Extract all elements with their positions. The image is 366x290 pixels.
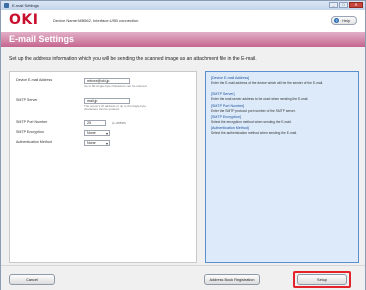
- window-title: E-mail Settings: [12, 3, 39, 8]
- settings-form: Device E-mail Address mbxxx@oki.jp Up to…: [9, 71, 197, 263]
- help-icon: ?: [334, 18, 339, 23]
- help-item-desc: Enter the E-mail address of the device w…: [211, 80, 324, 85]
- port-range: (1~65535): [112, 121, 126, 125]
- help-item-desc: Select the authentication method when se…: [211, 130, 297, 135]
- instruction-text: Set up the address information which you…: [9, 56, 257, 62]
- app-header: OKI Device Name:MB562, Interface:USB con…: [1, 10, 365, 32]
- encryption-select[interactable]: None ▾: [84, 130, 110, 136]
- smtp-row: SMTP Server mail.jp The server's IP addr…: [16, 98, 154, 112]
- setup-button[interactable]: Setup: [297, 274, 347, 285]
- page-title: E-mail Settings: [9, 34, 75, 44]
- help-button-label: Help: [342, 18, 351, 23]
- help-item: [Device E-mail Address] Enter the E-mail…: [211, 76, 355, 85]
- auth-method-select[interactable]: None ▾: [84, 140, 110, 146]
- address-hint: Up to 80 single-byte characters can be e…: [84, 83, 148, 88]
- encryption-value: None: [87, 131, 96, 135]
- help-item: [SMTP Port Number] Enter the SMTP protoc…: [211, 104, 355, 113]
- cancel-button[interactable]: Cancel: [9, 274, 55, 285]
- help-item-desc: Enter the mail server address to be used…: [211, 96, 309, 101]
- window-controls: _ □ ✕: [329, 2, 363, 8]
- help-description-panel: [Device E-mail Address] Enter the E-mail…: [205, 71, 359, 263]
- oki-logo: OKI: [9, 12, 39, 28]
- minimize-button[interactable]: _: [329, 2, 338, 8]
- page-title-banner: E-mail Settings: [1, 32, 365, 47]
- help-item-desc: Enter the SMTP protocol port number of t…: [211, 108, 296, 113]
- port-row: SMTP Port Number 25 (1~65535): [16, 120, 126, 126]
- smtp-label: SMTP Server: [16, 98, 38, 102]
- help-button[interactable]: ? Help: [331, 16, 357, 25]
- maximize-button[interactable]: □: [339, 2, 348, 8]
- address-row: Device E-mail Address mbxxx@oki.jp Up to…: [16, 78, 154, 88]
- device-name: Device Name:MB562, Interface:USB connect…: [53, 18, 139, 23]
- auth-method-value: None: [87, 141, 96, 145]
- auth-label: Authentication Method: [16, 140, 52, 144]
- chevron-down-icon: ▾: [105, 131, 108, 136]
- chevron-down-icon: ▾: [105, 141, 108, 146]
- help-item: [Authentication Method] Select the authe…: [211, 126, 355, 135]
- port-label: SMTP Port Number: [16, 120, 48, 124]
- help-item: [SMTP Encryption] Select the encryption …: [211, 115, 355, 124]
- smtp-hint: The server's IP address or up to 64 sing…: [84, 103, 147, 112]
- encryption-label: SMTP Encryption: [16, 130, 44, 134]
- title-bar: E-mail Settings _ □ ✕: [1, 1, 365, 10]
- help-item: [SMTP Server] Enter the mail server addr…: [211, 92, 355, 101]
- footer-bar: Cancel Address Book Registration Setup: [1, 265, 365, 290]
- close-button[interactable]: ✕: [349, 2, 363, 8]
- smtp-port-input[interactable]: 25: [84, 120, 106, 126]
- address-label: Device E-mail Address: [16, 78, 53, 82]
- email-settings-window: E-mail Settings _ □ ✕ OKI Device Name:MB…: [0, 0, 366, 290]
- address-book-registration-button[interactable]: Address Book Registration: [204, 274, 260, 285]
- help-item-desc: Select the encryption method when sendin…: [211, 119, 292, 124]
- app-icon: [4, 3, 9, 8]
- auth-row: Authentication Method None ▾: [16, 140, 110, 146]
- encryption-row: SMTP Encryption None ▾: [16, 130, 110, 136]
